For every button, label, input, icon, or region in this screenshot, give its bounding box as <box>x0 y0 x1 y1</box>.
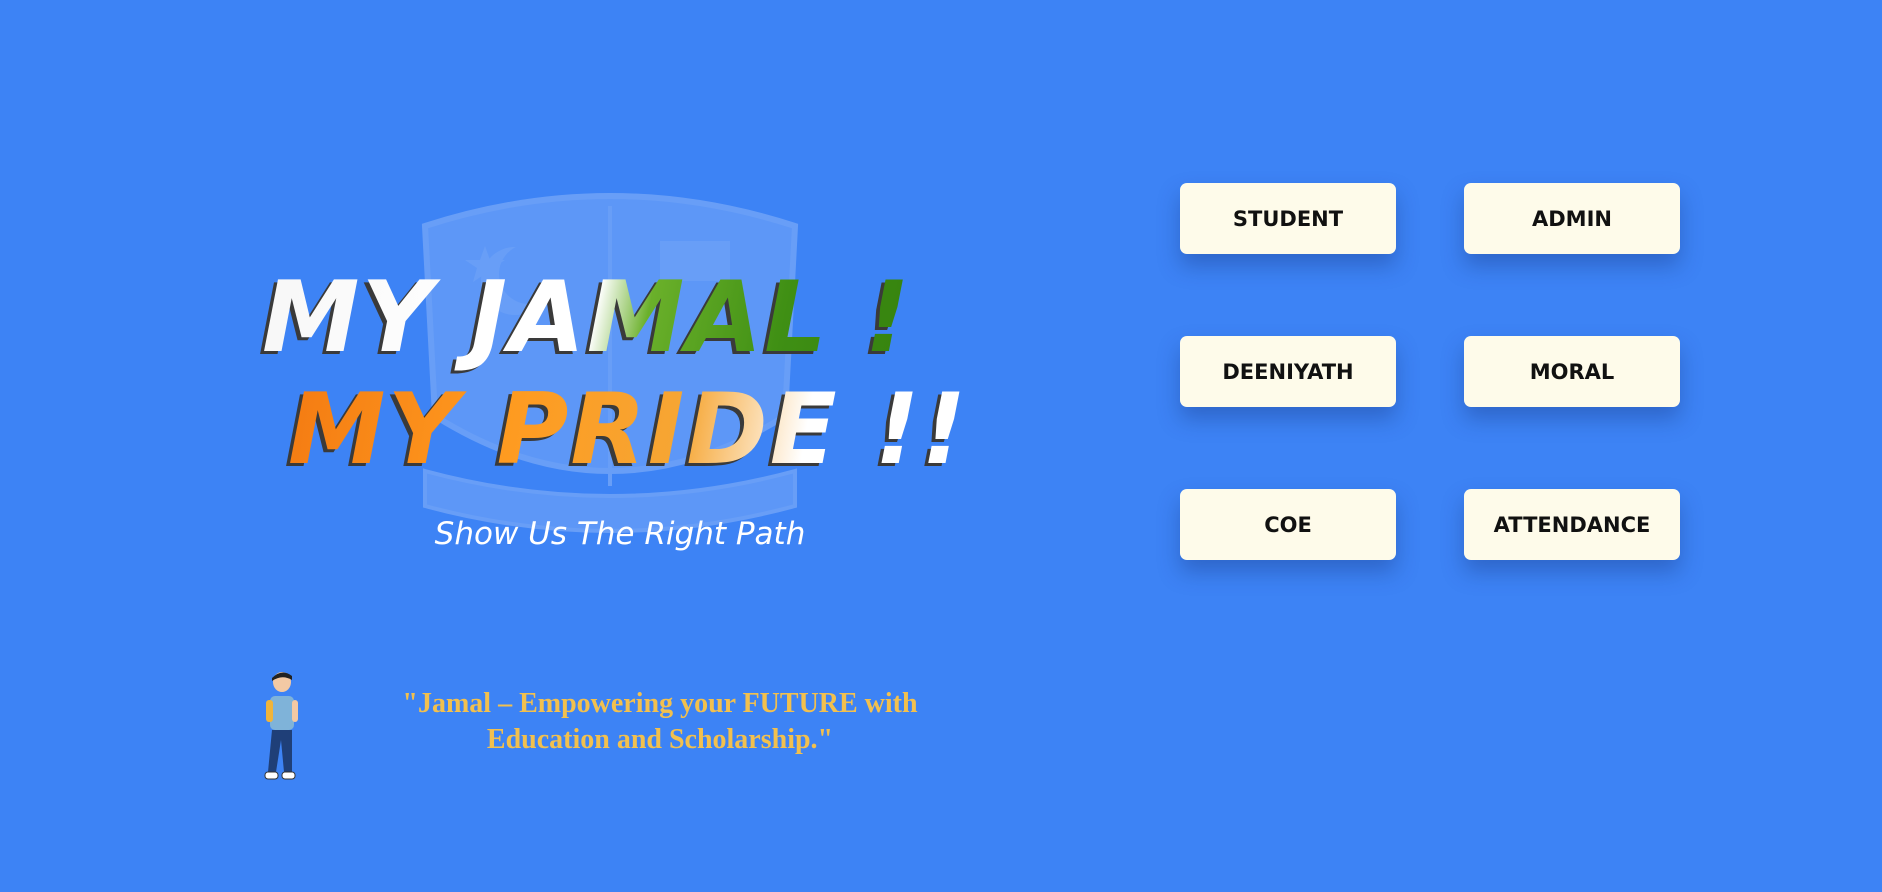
coe-button[interactable]: COE <box>1180 489 1396 560</box>
attendance-button[interactable]: ATTENDANCE <box>1464 489 1680 560</box>
hero-title: My Jamal ! My Pride !! <box>262 262 1002 486</box>
motto-quote: "Jamal – Empowering your FUTURE with Edu… <box>402 688 918 755</box>
hero-title-line-2: My Pride !! <box>288 374 1002 486</box>
landing-page: My Jamal ! My Pride !! Show Us The Right… <box>0 0 1882 892</box>
hero-title-line-1: My Jamal ! <box>262 262 1002 374</box>
moral-button[interactable]: MORAL <box>1464 336 1680 407</box>
role-buttons-grid: STUDENT ADMIN DEENIYATH MORAL COE ATTEND… <box>1180 183 1680 560</box>
deeniyath-button[interactable]: DEENIYATH <box>1180 336 1396 407</box>
admin-button[interactable]: ADMIN <box>1464 183 1680 254</box>
student-button[interactable]: STUDENT <box>1180 183 1396 254</box>
hero-tagline: Show Us The Right Path <box>434 516 806 552</box>
student-mascot-illustration <box>254 668 304 786</box>
